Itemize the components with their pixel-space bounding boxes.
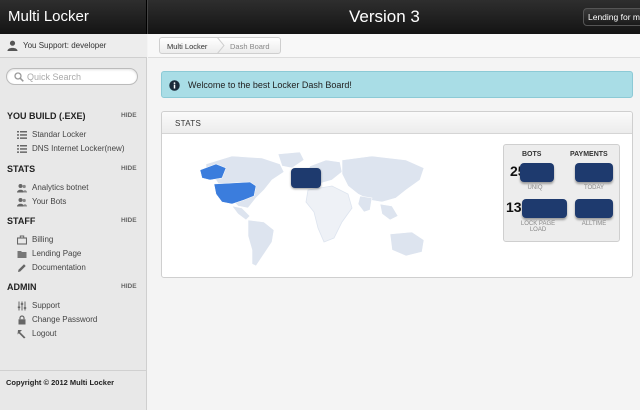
alert-message: Welcome to the best Locker Dash Board! — [188, 80, 352, 90]
payments-today-caption: TODAY — [583, 185, 605, 191]
sidebar-item-analytics-botnet[interactable]: Analytics botnet — [17, 182, 142, 194]
sliders-icon — [17, 301, 27, 311]
payments-today-bar[interactable] — [575, 163, 613, 182]
bots-header: BOTS — [522, 151, 542, 158]
panel-header: STATS — [162, 112, 632, 134]
sidebar-item-label: Support — [32, 301, 61, 310]
version-title: Version 3 — [349, 7, 420, 26]
copyright-text: Copyright © 2012 Multi Locker — [6, 378, 115, 387]
sidebar-item-dns-locker[interactable]: DNS Internet Locker(new) — [17, 143, 142, 155]
bots-load-caption: LOCK PAGE LOAD — [520, 221, 556, 233]
sidebar-item-label: DNS Internet Locker(new) — [32, 144, 125, 153]
sidebar-item-label: Analytics botnet — [32, 183, 89, 192]
map-region-south-america — [247, 219, 275, 267]
sidebar-item-standar-locker[interactable]: Standar Locker — [17, 129, 142, 141]
hide-admin-link[interactable]: HIDE — [121, 283, 137, 290]
map-region-australia — [389, 231, 425, 257]
breadcrumb-item-home[interactable]: Multi Locker — [167, 42, 207, 51]
breadcrumb-item-current: Dash Board — [230, 42, 270, 51]
pencil-icon — [18, 264, 26, 272]
payments-alltime-bar[interactable] — [575, 199, 613, 218]
stats-summary-box: BOTS PAYMENTS 25 UNIQ TODAY 13 LOCK PAGE… — [503, 144, 620, 242]
payments-alltime-caption: ALLTIME — [581, 221, 607, 227]
sidebar-item-label: Your Bots — [32, 197, 67, 206]
sidebar-item-label: Logout — [32, 329, 57, 338]
logout-icon — [17, 330, 26, 339]
hide-build-link[interactable]: HIDE — [121, 112, 137, 119]
welcome-alert: Welcome to the best Locker Dash Board! — [161, 71, 633, 98]
sidebar-item-your-bots[interactable]: Your Bots — [17, 196, 142, 208]
briefcase-icon — [17, 235, 27, 245]
search-icon — [14, 72, 24, 82]
search-box[interactable] — [6, 68, 138, 85]
section-title-build: YOU BUILD (.EXE) — [7, 111, 86, 121]
sidebar-item-change-password[interactable]: Change Password — [17, 314, 142, 326]
sidebar-item-label: Lending Page — [32, 249, 82, 258]
breadcrumb-separator-icon — [216, 37, 225, 54]
list-icon — [17, 145, 27, 153]
hide-staff-link[interactable]: HIDE — [121, 217, 137, 224]
sidebar-item-support[interactable]: Support — [17, 300, 142, 312]
sidebar-item-billing[interactable]: Billing — [17, 234, 142, 246]
bots-load-value: 13 — [506, 199, 522, 215]
panel-title: STATS — [175, 119, 202, 128]
section-title-stats: STATS — [7, 164, 36, 174]
brand-title[interactable]: Multi Locker — [8, 8, 89, 25]
sidebar-item-label: Documentation — [32, 263, 86, 272]
user-bar: You Support: developer — [0, 34, 147, 58]
map-region-greenland — [277, 151, 305, 169]
breadcrumb-bar: Multi Locker Dash Board — [148, 34, 640, 58]
lending-button[interactable]: Lending for me — [583, 8, 640, 26]
sidebar-item-label: Standar Locker — [32, 130, 87, 139]
sidebar-divider — [0, 370, 147, 371]
breadcrumb: Multi Locker Dash Board — [159, 37, 281, 54]
list-icon — [17, 131, 27, 139]
bots-load-bar[interactable] — [522, 199, 567, 218]
sidebar-item-lending-page[interactable]: Lending Page — [17, 248, 142, 260]
sidebar: You Support: developer YOU BUILD (.EXE) … — [0, 34, 147, 410]
hide-stats-link[interactable]: HIDE — [121, 165, 137, 172]
search-input[interactable] — [27, 70, 132, 83]
users-icon — [17, 198, 27, 207]
users-icon — [17, 184, 27, 193]
bots-uniq-caption: UNIQ — [527, 185, 543, 191]
folder-icon — [17, 251, 27, 258]
map-region-india — [357, 195, 373, 213]
sidebar-item-logout[interactable]: Logout — [17, 328, 142, 340]
map-marker[interactable] — [291, 168, 321, 188]
map-region-asia — [341, 155, 425, 203]
sidebar-item-label: Billing — [32, 235, 54, 244]
payments-header: PAYMENTS — [570, 151, 608, 158]
stats-panel: STATS BOTS PAYMENTS 25 UNIQ TODAY 13 LOC… — [161, 111, 633, 278]
map-region-southeast-asia — [379, 203, 399, 221]
map-region-alaska — [199, 163, 227, 181]
section-title-staff: STAFF — [7, 216, 36, 226]
sidebar-item-documentation[interactable]: Documentation — [17, 262, 142, 274]
bots-uniq-bar[interactable] — [520, 163, 554, 182]
top-bar: Multi Locker Version 3 Lending for me — [0, 0, 640, 34]
user-icon — [7, 40, 18, 51]
section-title-admin: ADMIN — [7, 282, 37, 292]
info-icon — [169, 80, 180, 91]
brand-area: Multi Locker — [0, 0, 147, 34]
lock-icon — [18, 315, 26, 325]
map-region-north-america — [205, 155, 285, 209]
user-support-text: You Support: developer — [23, 41, 107, 50]
sidebar-item-label: Change Password — [32, 315, 98, 324]
map-region-africa — [305, 185, 353, 243]
